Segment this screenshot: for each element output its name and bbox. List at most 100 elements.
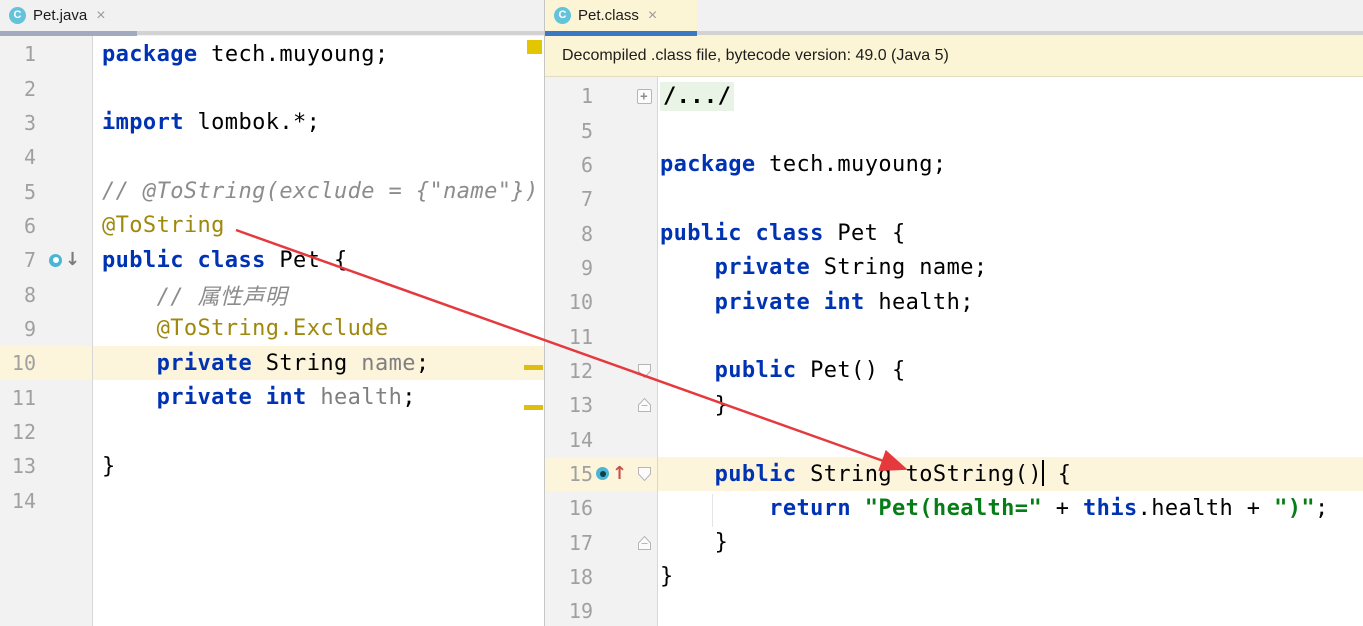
code-text: } [657,530,1363,555]
code-text: @ToString [92,213,544,238]
code-text: private String name; [92,351,544,376]
line-number[interactable]: 17 [545,531,593,555]
code-text: import lombok.*; [92,110,544,135]
code-text: public String toString() { [657,460,1363,487]
warning-stripe-mark[interactable] [524,365,543,370]
line-number[interactable]: 4 [0,145,36,169]
line-number[interactable]: 15 [545,462,593,486]
line-number[interactable]: 7 [545,187,593,211]
code-line: 13} [0,449,544,483]
code-line: 2 [0,71,544,105]
code-line: 5// @ToString(exclude = {"name"}) [0,174,544,208]
line-number[interactable]: 6 [0,214,36,238]
code-text: // 属性声明 [92,279,544,311]
code-line: 3 import lombok.*; [0,106,544,140]
line-number[interactable]: 7 [0,248,36,272]
warning-stripe-mark[interactable] [524,405,543,410]
close-icon[interactable]: × [648,8,657,24]
code-line: 5 [545,113,1363,147]
code-text: } [657,393,1363,418]
line-number[interactable]: 14 [545,428,593,452]
indent-guide [712,494,713,527]
line-number[interactable]: 11 [0,386,36,410]
gutter-separator [657,77,658,626]
inspections-status-widget[interactable] [527,40,542,54]
code-line: 10 private int health; [545,285,1363,319]
line-number[interactable]: 1 [545,84,593,108]
code-line: 14 [0,483,544,517]
line-number[interactable]: 10 [545,290,593,314]
gutter-separator [92,36,93,626]
code-line: 11 private int health; [0,380,544,414]
code-line: 1 package tech.muyoung; [0,37,544,71]
overridden-method-icon[interactable]: ↓ [49,251,80,269]
code-line: 7 ↓ public class Pet { [0,243,544,277]
fold-end-icon[interactable] [637,397,652,413]
tab-label: Pet.java [33,7,87,24]
line-number[interactable]: 6 [545,153,593,177]
code-text: private int health; [657,290,1363,315]
line-number[interactable]: 8 [0,283,36,307]
line-number[interactable]: 1 [0,42,36,66]
fold-end-icon[interactable] [637,535,652,551]
ide-window: C Pet.java × 1package tech.muyoung;23imp… [0,0,1363,626]
line-number[interactable]: 13 [545,393,593,417]
fold-cell [631,535,657,551]
tab-pet-java[interactable]: C Pet.java × [0,0,137,31]
fold-expand-icon[interactable]: + [637,89,652,104]
code-line: 12 public Pet() { [545,354,1363,388]
decompiled-file-banner: Decompiled .class file, bytecode version… [545,36,1363,77]
code-text: return "Pet(health=" + this.health + ")"… [657,496,1363,521]
code-line: 13 } [545,388,1363,422]
fold-cell [631,363,657,379]
line-number[interactable]: 11 [545,325,593,349]
code-line: 19 [545,594,1363,626]
editor-right-lines[interactable]: 1+/.../56package tech.muyoung;78public c… [545,77,1363,626]
code-line: 9 @ToString.Exclude [0,312,544,346]
line-number[interactable]: 19 [545,599,593,623]
tab-bar-left: C Pet.java × [0,0,544,36]
code-line: 9 private String name; [545,251,1363,285]
active-tab-underline [545,31,697,36]
line-number[interactable]: 5 [0,180,36,204]
line-number[interactable]: 9 [545,256,593,280]
fold-cell [631,397,657,413]
code-line: 1+/.../ [545,79,1363,113]
fold-start-icon[interactable] [637,466,652,482]
tab-pet-class[interactable]: C Pet.class × [545,0,697,31]
fold-cell [631,466,657,482]
gutter-icon-cell: ↑ [593,465,631,483]
fold-cell: + [631,89,657,104]
line-number[interactable]: 5 [545,119,593,143]
code-line: 12 [0,415,544,449]
line-number[interactable]: 10 [0,351,36,375]
code-line: 8 // 属性声明 [0,277,544,311]
code-text: private String name; [657,255,1363,280]
code-text: public class Pet { [92,248,544,273]
code-text: package tech.muyoung; [92,42,544,67]
tab-bar-right: C Pet.class × [545,0,1363,36]
close-icon[interactable]: × [96,8,105,24]
pane-divider[interactable] [544,0,545,626]
line-number[interactable]: 14 [0,489,36,513]
tab-label: Pet.class [578,7,639,24]
java-class-icon: C [9,7,26,24]
java-class-icon: C [554,7,571,24]
overriding-method-icon[interactable]: ↑ [596,465,627,483]
code-text: } [657,564,1363,589]
code-line: 11 [545,319,1363,353]
line-number[interactable]: 18 [545,565,593,589]
line-number[interactable]: 8 [545,222,593,246]
code-line: 8public class Pet { [545,216,1363,250]
editor-left-lines[interactable]: 1 package tech.muyoung; 2 3 import lombok.*;… [0,36,544,518]
fold-start-icon[interactable] [637,363,652,379]
line-number[interactable]: 12 [0,420,36,444]
code-text: private int health; [92,385,544,410]
line-number[interactable]: 12 [545,359,593,383]
line-number[interactable]: 3 [0,111,36,135]
code-line: 16 return "Pet(health=" + this.health + … [545,491,1363,525]
line-number[interactable]: 9 [0,317,36,341]
line-number[interactable]: 2 [0,77,36,101]
line-number[interactable]: 16 [545,496,593,520]
line-number[interactable]: 13 [0,454,36,478]
